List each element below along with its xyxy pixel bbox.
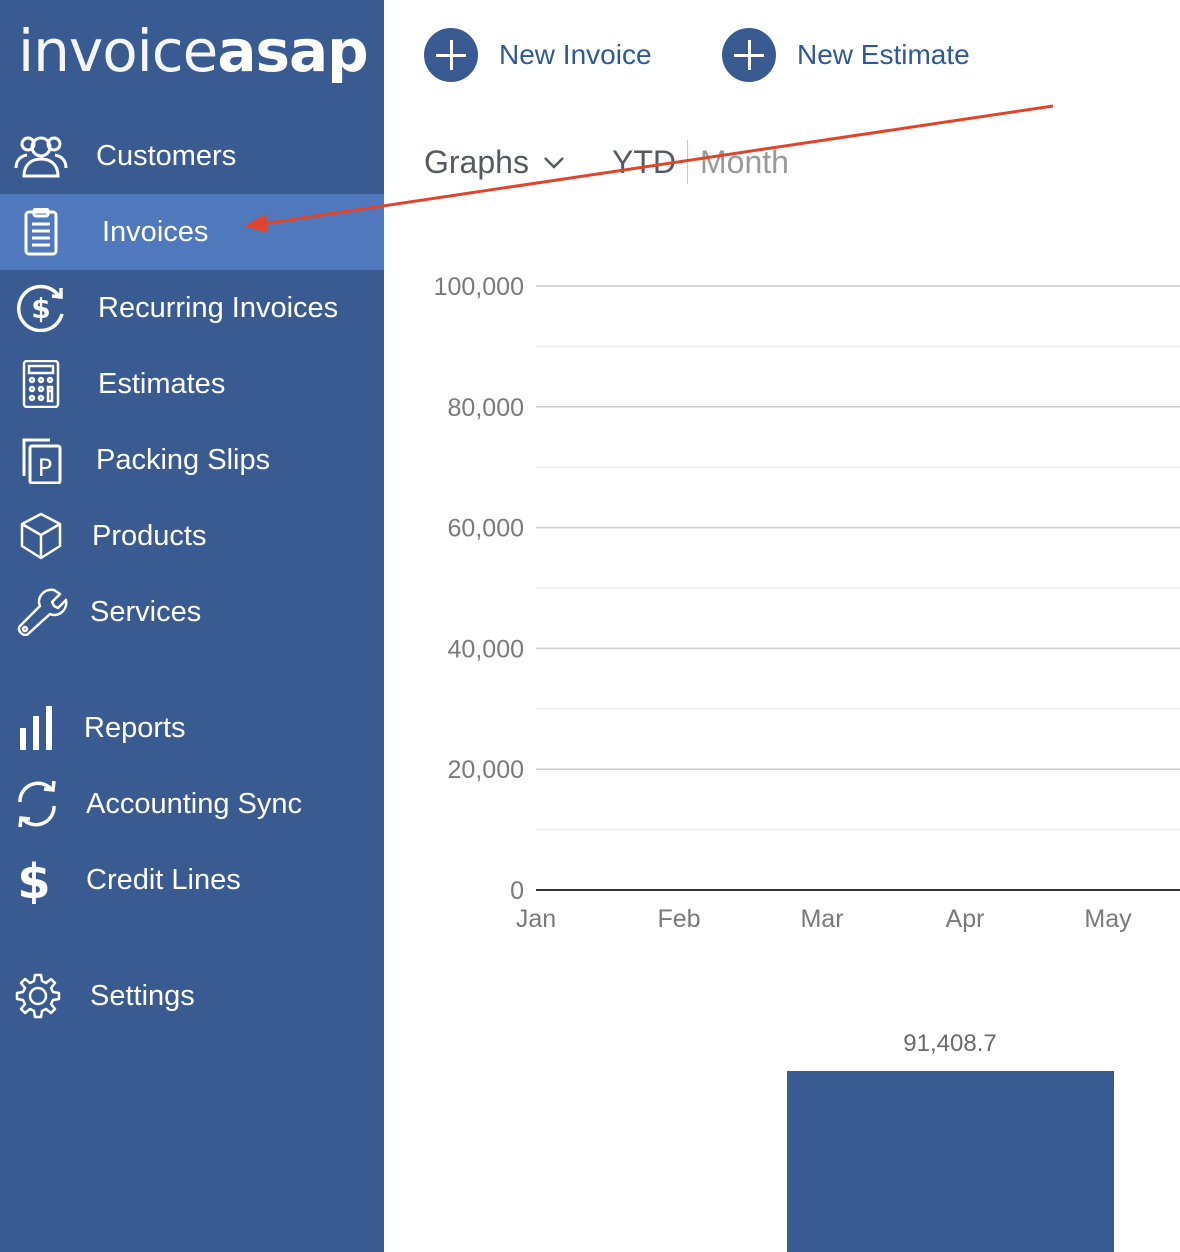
packing-slip-icon: P xyxy=(14,436,68,484)
x-tick-label: Jan xyxy=(516,905,556,933)
box-icon xyxy=(14,512,68,560)
bar-chart-icon xyxy=(14,704,68,752)
sidebar-item-services[interactable]: Services xyxy=(0,574,384,650)
sidebar-item-label: Recurring Invoices xyxy=(98,292,339,324)
svg-text:$: $ xyxy=(17,856,50,904)
sidebar-item-label: Customers xyxy=(96,140,237,172)
sidebar-item-accounting-sync[interactable]: Accounting Sync xyxy=(0,766,384,842)
y-tick-label: 40,000 xyxy=(448,635,524,663)
sidebar-item-label: Reports xyxy=(84,712,186,744)
x-tick-label: Mar xyxy=(800,905,843,933)
gear-icon xyxy=(14,972,68,1020)
sidebar-item-label: Accounting Sync xyxy=(86,788,303,820)
sidebar-item-customers[interactable]: Customers xyxy=(0,118,384,194)
sidebar-item-products[interactable]: Products xyxy=(0,498,384,574)
sidebar-item-label: Invoices xyxy=(102,216,209,248)
bar-data-label: 91,408.7 xyxy=(903,1030,996,1057)
y-tick-label: 100,000 xyxy=(434,273,524,301)
x-tick-label: Feb xyxy=(657,905,700,933)
wrench-icon xyxy=(14,588,68,636)
sidebar-item-label: Credit Lines xyxy=(86,864,241,896)
sidebar-item-estimates[interactable]: Estimates xyxy=(0,346,384,422)
app-logo[interactable]: invoiceasap xyxy=(18,22,369,80)
y-tick-label: 0 xyxy=(510,877,524,905)
recurring-dollar-icon: $ xyxy=(14,284,68,332)
calculator-icon xyxy=(14,360,68,408)
sidebar-item-settings[interactable]: Settings xyxy=(0,958,384,1034)
sidebar-item-label: Services xyxy=(90,596,202,628)
y-tick-label: 20,000 xyxy=(448,756,524,784)
logo-text-asap: asap xyxy=(217,17,368,85)
dollar-icon: $ xyxy=(14,856,68,904)
sidebar: invoiceasap Customers Invoices $ Recurri… xyxy=(0,0,384,1252)
sidebar-item-invoices[interactable]: Invoices xyxy=(0,194,384,270)
sidebar-item-reports[interactable]: Reports xyxy=(0,690,384,766)
sidebar-item-credit-lines[interactable]: $ Credit Lines xyxy=(0,842,384,918)
sidebar-item-label: Estimates xyxy=(98,368,226,400)
sync-icon xyxy=(14,780,68,828)
sidebar-item-recurring-invoices[interactable]: $ Recurring Invoices xyxy=(0,270,384,346)
bar xyxy=(787,1071,1114,1252)
sidebar-item-label: Products xyxy=(92,520,207,552)
sidebar-item-label: Packing Slips xyxy=(96,444,271,476)
y-tick-label: 60,000 xyxy=(448,515,524,543)
y-tick-label: 80,000 xyxy=(448,394,524,422)
logo-text-invoice: invoice xyxy=(18,17,218,85)
svg-text:$: $ xyxy=(31,292,50,325)
revenue-chart: 0 20,000 40,000 60,000 80,000 100,000 Jan Feb Ma… xyxy=(434,273,1180,1252)
sidebar-item-packing-slips[interactable]: P Packing Slips xyxy=(0,422,384,498)
x-tick-label: May xyxy=(1084,905,1132,933)
main-content: New Invoice New Estimate Graphs YTD Mont… xyxy=(384,0,1180,1252)
svg-text:P: P xyxy=(38,454,52,482)
x-tick-label: Apr xyxy=(946,905,985,933)
sidebar-item-label: Settings xyxy=(90,980,195,1012)
customers-icon xyxy=(14,132,68,180)
clipboard-icon xyxy=(14,208,68,256)
